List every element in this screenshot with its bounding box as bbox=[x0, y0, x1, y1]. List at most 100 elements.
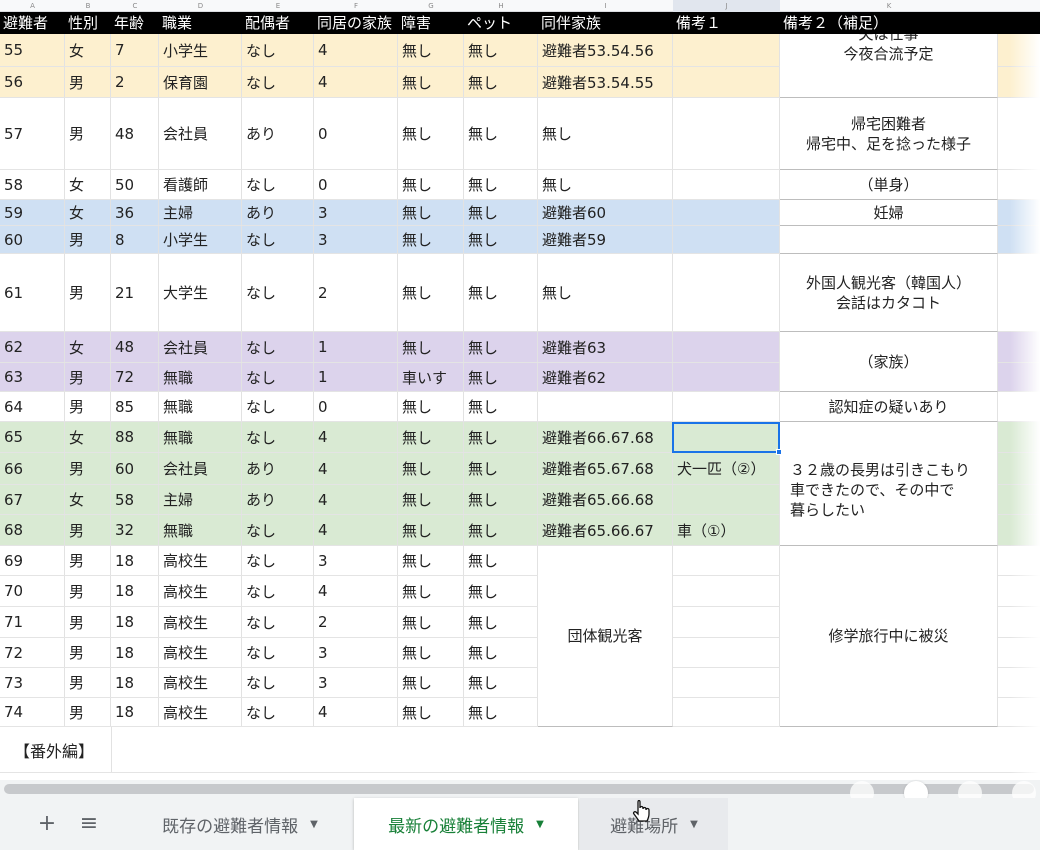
cell-age[interactable]: 8 bbox=[111, 226, 159, 253]
cell-job[interactable]: 主婦 bbox=[159, 485, 242, 514]
cell-note1[interactable] bbox=[673, 363, 780, 391]
tab-latest-evacuees[interactable]: 最新の避難者情報 ▼ bbox=[354, 798, 578, 850]
cell-sex[interactable]: 男 bbox=[65, 607, 111, 637]
cell-family[interactable]: 0 bbox=[314, 98, 398, 169]
cell-job[interactable]: 高校生 bbox=[159, 638, 242, 667]
cell-spouse[interactable]: なし bbox=[242, 576, 314, 606]
caret-down-icon[interactable]: ▼ bbox=[690, 819, 698, 830]
cell-note1[interactable] bbox=[673, 392, 780, 421]
cell-sex[interactable]: 男 bbox=[65, 392, 111, 421]
cell-id[interactable]: 61 bbox=[0, 254, 65, 331]
cell-family[interactable]: 4 bbox=[314, 422, 398, 452]
cell-job[interactable]: 高校生 bbox=[159, 668, 242, 697]
cell-id[interactable]: 57 bbox=[0, 98, 65, 169]
cell-family[interactable]: 2 bbox=[314, 254, 398, 331]
cell-pet[interactable]: 無し bbox=[464, 638, 538, 667]
cell-age[interactable]: 7 bbox=[111, 34, 159, 66]
header-cell[interactable]: 避難者 bbox=[0, 12, 65, 34]
column-letter[interactable]: H bbox=[464, 0, 538, 12]
cell-spouse[interactable]: なし bbox=[242, 392, 314, 421]
cell-spouse[interactable]: なし bbox=[242, 363, 314, 391]
cell-note1[interactable] bbox=[673, 67, 780, 97]
cell-sex[interactable]: 男 bbox=[65, 576, 111, 606]
cell-sex[interactable]: 男 bbox=[65, 363, 111, 391]
cell-spouse[interactable]: あり bbox=[242, 200, 314, 225]
cell-id[interactable]: 68 bbox=[0, 515, 65, 545]
remark-r59[interactable]: 妊婦 bbox=[780, 200, 998, 226]
cell-disability[interactable]: 無し bbox=[398, 638, 464, 667]
cell-family[interactable]: 4 bbox=[314, 453, 398, 484]
remark-r64[interactable]: 認知症の疑いあり bbox=[780, 392, 998, 422]
cell-note1[interactable] bbox=[673, 607, 780, 637]
cell-pet[interactable]: 無し bbox=[464, 226, 538, 253]
cell-id[interactable]: 74 bbox=[0, 698, 65, 726]
cell-family[interactable]: 3 bbox=[314, 638, 398, 667]
cell-sex[interactable]: 男 bbox=[65, 98, 111, 169]
header-cell[interactable]: 同居の家族 bbox=[314, 12, 398, 34]
cell-pet[interactable]: 無し bbox=[464, 363, 538, 391]
cell-sex[interactable]: 男 bbox=[65, 638, 111, 667]
cell-pet[interactable]: 無し bbox=[464, 453, 538, 484]
cell-job[interactable]: 会社員 bbox=[159, 332, 242, 362]
cell-companion[interactable]: 避難者53.54.56 bbox=[538, 34, 673, 66]
cell-job[interactable]: 保育園 bbox=[159, 67, 242, 97]
cell-note1[interactable] bbox=[673, 485, 780, 514]
tab-evacuation-site[interactable]: 避難場所 ▼ bbox=[580, 798, 728, 850]
cell-family[interactable]: 1 bbox=[314, 332, 398, 362]
cell-spouse[interactable]: なし bbox=[242, 254, 314, 331]
cell-note1[interactable] bbox=[673, 698, 780, 726]
header-cell[interactable]: 職業 bbox=[159, 12, 242, 34]
cell-age[interactable]: 18 bbox=[111, 576, 159, 606]
remark-r57[interactable]: 帰宅困難者 帰宅中、足を捻った様子 bbox=[780, 98, 998, 170]
column-letter[interactable]: B bbox=[65, 0, 111, 12]
cell-note1[interactable]: 犬一匹（②） bbox=[673, 453, 780, 484]
cell-job[interactable]: 高校生 bbox=[159, 607, 242, 637]
cell-job[interactable]: 無職 bbox=[159, 392, 242, 421]
cell-age[interactable]: 18 bbox=[111, 668, 159, 697]
cell-sex[interactable]: 女 bbox=[65, 200, 111, 225]
cell-age[interactable]: 18 bbox=[111, 546, 159, 575]
cell-spouse[interactable]: なし bbox=[242, 332, 314, 362]
cell-pet[interactable]: 無し bbox=[464, 200, 538, 225]
cell-id[interactable]: 69 bbox=[0, 546, 65, 575]
cell-age[interactable]: 88 bbox=[111, 422, 159, 452]
cell-spouse[interactable]: なし bbox=[242, 546, 314, 575]
cell-note1[interactable] bbox=[673, 98, 780, 169]
cell-age[interactable]: 2 bbox=[111, 67, 159, 97]
cell-companion[interactable]: 避難者59 bbox=[538, 226, 673, 253]
cell-age[interactable]: 36 bbox=[111, 200, 159, 225]
cell-spouse[interactable]: あり bbox=[242, 485, 314, 514]
remark-r58[interactable]: （単身） bbox=[780, 170, 998, 200]
cell-note1[interactable] bbox=[673, 332, 780, 362]
cell-selection[interactable] bbox=[672, 422, 782, 455]
cell-age[interactable]: 48 bbox=[111, 332, 159, 362]
cell-age[interactable]: 18 bbox=[111, 698, 159, 726]
column-letter[interactable]: K bbox=[780, 0, 998, 12]
cell-companion[interactable]: 無し bbox=[538, 98, 673, 169]
cell-family[interactable]: 4 bbox=[314, 698, 398, 726]
cell-age[interactable]: 18 bbox=[111, 638, 159, 667]
cell-age[interactable]: 60 bbox=[111, 453, 159, 484]
cell-family[interactable]: 4 bbox=[314, 67, 398, 97]
remark-r60[interactable] bbox=[780, 226, 998, 254]
cell-disability[interactable]: 無し bbox=[398, 170, 464, 199]
cell-note1[interactable] bbox=[673, 546, 780, 575]
cell-id[interactable]: 67 bbox=[0, 485, 65, 514]
cell-disability[interactable]: 無し bbox=[398, 485, 464, 514]
cell-job[interactable]: 大学生 bbox=[159, 254, 242, 331]
cell-pet[interactable]: 無し bbox=[464, 607, 538, 637]
cell-disability[interactable]: 無し bbox=[398, 226, 464, 253]
cell-disability[interactable]: 無し bbox=[398, 698, 464, 726]
cell-job[interactable]: 小学生 bbox=[159, 34, 242, 66]
companion-group-tourists[interactable]: 団体観光客 bbox=[538, 546, 673, 727]
header-cell[interactable]: 備考２（補足） bbox=[780, 12, 1040, 34]
cell-job[interactable]: 高校生 bbox=[159, 576, 242, 606]
cell-age[interactable]: 50 bbox=[111, 170, 159, 199]
cell-spouse[interactable]: なし bbox=[242, 607, 314, 637]
cell-spouse[interactable]: なし bbox=[242, 67, 314, 97]
cell-pet[interactable]: 無し bbox=[464, 546, 538, 575]
cell-family[interactable]: 4 bbox=[314, 485, 398, 514]
cell-id[interactable]: 71 bbox=[0, 607, 65, 637]
cell-disability[interactable]: 車いす bbox=[398, 363, 464, 391]
cell-disability[interactable]: 無し bbox=[398, 332, 464, 362]
